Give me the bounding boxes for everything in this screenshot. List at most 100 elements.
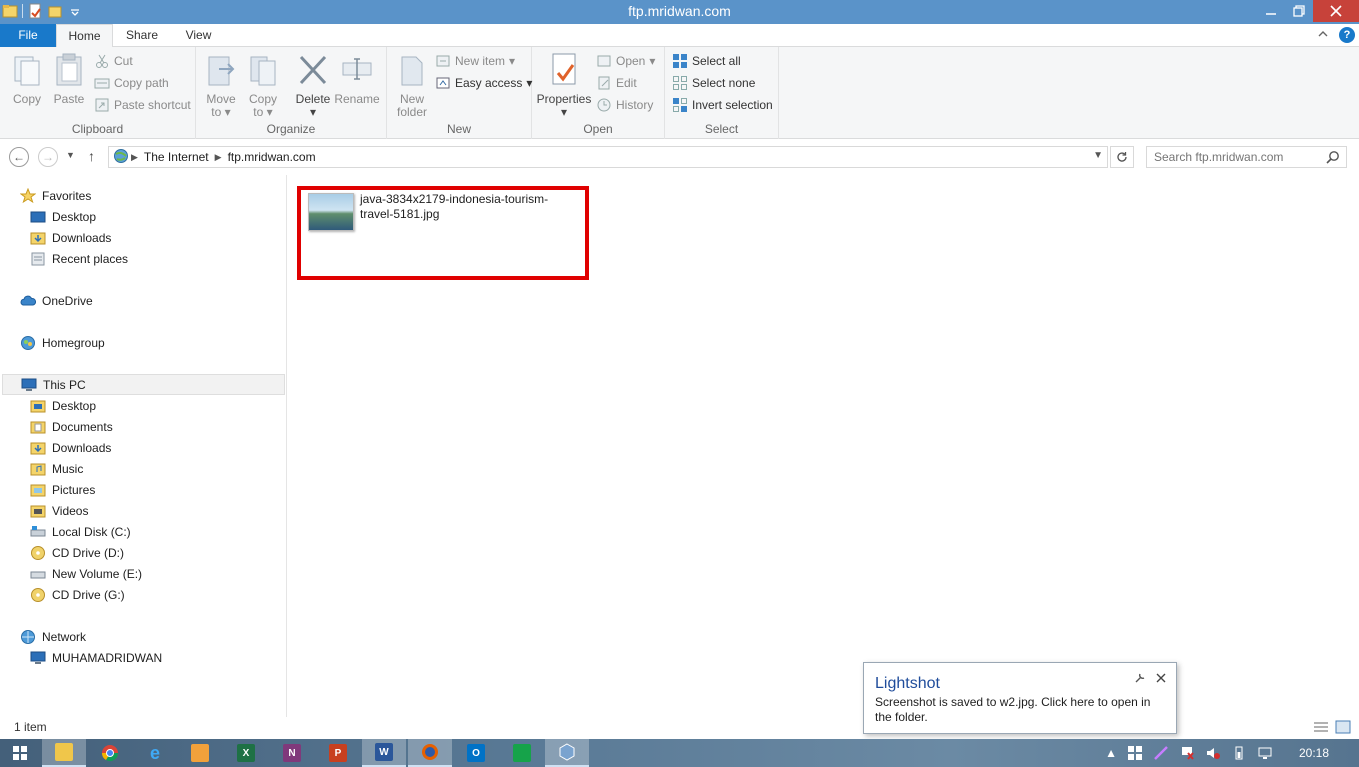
volume-muted-icon[interactable] [1205,745,1221,761]
nav-pc-music[interactable]: Music [30,458,83,479]
paste-button[interactable]: Paste [50,51,88,106]
edit-button[interactable]: Edit [596,73,637,93]
forward-button[interactable]: → [38,147,58,167]
select-none-icon [672,75,688,91]
back-button[interactable]: ← [9,147,29,167]
tab-view[interactable]: View [171,24,226,47]
nav-computer-muhamadridwan[interactable]: MUHAMADRIDWAN [30,647,162,668]
network-icon [20,629,36,645]
file-list-area[interactable]: java-3834x2179-indonesia-tourism- travel… [288,175,1359,717]
taskbar-excel[interactable]: X [224,739,268,767]
nav-favorites[interactable]: Favorites [19,185,91,206]
nav-pc-pictures[interactable]: Pictures [30,479,95,500]
details-view-icon[interactable] [1313,720,1329,734]
breadcrumb-separator-icon[interactable]: ▶ [213,152,224,163]
search-icon[interactable] [1326,150,1340,167]
nav-local-disk-c[interactable]: Local Disk (C:) [30,521,131,542]
taskbar-chrome[interactable] [88,739,132,767]
properties-button[interactable]: Properties ▾ [536,51,592,119]
up-arrow-icon[interactable]: ↑ [88,148,95,164]
taskbar-store-app[interactable] [500,739,544,767]
paint-app-icon [191,744,209,762]
move-to-button[interactable]: Move to ▾ [202,51,240,119]
taskbar-firefox[interactable] [408,739,452,767]
large-icons-view-icon[interactable] [1335,720,1351,734]
window-controls [1257,0,1359,22]
copy-icon [11,51,43,89]
wrench-icon[interactable] [1134,672,1146,687]
help-icon[interactable]: ? [1339,27,1355,43]
minimize-button[interactable] [1257,0,1285,22]
window-title: ftp.mridwan.com [628,3,731,19]
collapse-ribbon-icon[interactable] [1317,28,1329,43]
nav-favorites-downloads[interactable]: Downloads [30,227,111,248]
breadcrumb-the-internet[interactable]: The Internet [140,150,213,164]
nav-cd-drive-d[interactable]: CD Drive (D:) [30,542,124,563]
downloads-folder-icon [30,440,46,456]
new-folder-button[interactable]: New folder [393,51,431,119]
new-item-button[interactable]: New item ▾ [435,51,515,71]
recent-locations-chevron-icon[interactable]: ▼ [66,150,75,160]
windows-flag-tray-icon[interactable] [1127,745,1143,761]
select-none-button[interactable]: Select none [672,73,755,93]
battery-icon[interactable] [1231,745,1247,761]
nav-pc-documents[interactable]: Documents [30,416,113,437]
select-all-button[interactable]: Select all [672,51,741,71]
nav-pc-desktop[interactable]: Desktop [30,395,96,416]
taskbar-word[interactable]: W [362,739,406,767]
tab-file[interactable]: File [0,24,56,47]
taskbar-file-explorer[interactable] [42,739,86,767]
cut-button[interactable]: Cut [94,51,133,71]
nav-cd-drive-g[interactable]: CD Drive (G:) [30,584,125,605]
show-hidden-icons-icon[interactable]: ▲ [1105,746,1117,760]
forward-arrow-icon: → [42,150,54,164]
close-button[interactable] [1313,0,1359,22]
lightshot-feather-icon[interactable] [1153,745,1169,761]
delete-button[interactable]: Delete ▾ [292,51,334,119]
breadcrumb-separator-icon[interactable]: ▶ [129,152,140,163]
taskbar-onenote[interactable]: N [270,739,314,767]
invert-selection-button[interactable]: Invert selection [672,95,773,115]
history-button[interactable]: History [596,95,653,115]
network-status-icon[interactable] [1257,745,1273,761]
taskbar-internet-explorer[interactable]: e [133,739,177,767]
restore-button[interactable] [1285,0,1313,22]
refresh-button[interactable] [1110,146,1134,168]
copy-button[interactable]: Copy [8,51,46,106]
nav-this-pc[interactable]: This PC [2,374,285,395]
lightshot-notification[interactable]: Lightshot Screenshot is saved to w2.jpg.… [863,662,1177,734]
taskbar-outlook[interactable]: O [454,739,498,767]
nav-pc-videos[interactable]: Videos [30,500,88,521]
nav-favorites-recent-places[interactable]: Recent places [30,248,128,269]
action-center-flag-icon[interactable] [1179,745,1195,761]
nav-pc-downloads[interactable]: Downloads [30,437,111,458]
copy-to-button[interactable]: Copy to ▾ [244,51,282,119]
nav-homegroup[interactable]: Homegroup [20,332,105,353]
easy-access-button[interactable]: Easy access ▾ [435,73,532,93]
rename-button[interactable]: Rename [334,51,380,106]
taskbar-powerpoint[interactable]: P [316,739,360,767]
notification-message[interactable]: Screenshot is saved to w2.jpg. Click her… [875,695,1170,725]
nav-onedrive[interactable]: OneDrive [20,290,93,311]
search-input[interactable] [1147,147,1322,167]
address-history-chevron-icon[interactable]: ▼ [1093,150,1103,161]
address-bar[interactable]: ▶ The Internet ▶ ftp.mridwan.com ▼ [108,146,1108,168]
nav-favorites-desktop[interactable]: Desktop [30,206,96,227]
taskbar-paint[interactable] [178,739,222,767]
taskbar-clock[interactable]: 20:18 [1299,746,1329,760]
tab-home[interactable]: Home [56,24,113,48]
delete-x-icon [297,51,329,89]
open-button[interactable]: Open ▾ [596,51,655,71]
start-button[interactable] [0,739,40,767]
tab-share[interactable]: Share [113,24,171,47]
copy-path-button[interactable]: Copy path [94,73,169,93]
file-item[interactable]: java-3834x2179-indonesia-tourism- travel… [297,186,589,280]
search-box[interactable] [1146,146,1347,168]
breadcrumb-ftp-site[interactable]: ftp.mridwan.com [224,150,320,164]
nav-network[interactable]: Network [20,626,86,647]
paste-shortcut-button[interactable]: Paste shortcut [94,95,191,115]
notification-close-icon[interactable] [1156,671,1166,686]
open-group: Properties ▾ Open ▾ Edit History Open [532,47,665,139]
taskbar-virtualbox[interactable] [545,739,589,767]
nav-new-volume-e[interactable]: New Volume (E:) [30,563,142,584]
